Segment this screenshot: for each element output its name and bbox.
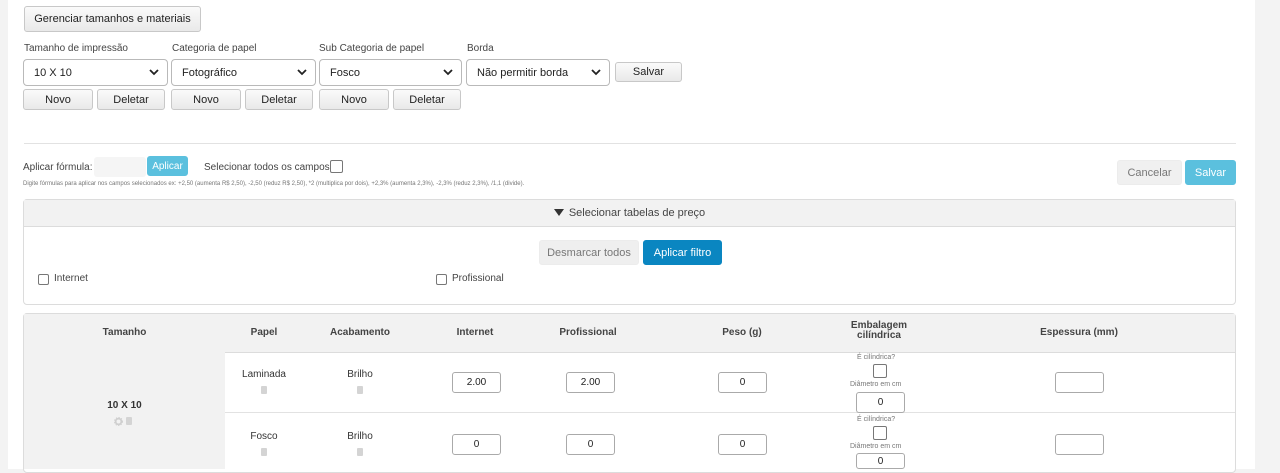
row2-weight-input[interactable]: 0 — [718, 434, 767, 455]
row2-cylindrical-question: É cilíndrica? — [857, 416, 896, 423]
row2-internet-input[interactable]: 0 — [452, 434, 501, 455]
row1-diameter-label: Diâmetro em cm — [850, 381, 902, 388]
save-button[interactable]: Salvar — [1185, 160, 1236, 185]
chevron-down-icon — [149, 69, 159, 76]
chevron-down-icon — [443, 69, 453, 76]
header-thickness: Espessura (mm) — [1040, 327, 1118, 338]
internet-checkbox[interactable] — [38, 274, 49, 285]
paper-category-select-value: Fotográfico — [182, 66, 238, 79]
size-select[interactable]: 10 X 10 — [23, 59, 168, 86]
apply-formula-button[interactable]: Aplicar — [147, 156, 188, 176]
row2-paper: Fosco — [250, 431, 278, 442]
paper-subcategory-select-value: Fosco — [330, 66, 360, 79]
select-all-fields-label: Selecionar todos os campos: — [204, 162, 333, 173]
trash-icon[interactable] — [357, 448, 363, 456]
border-label: Borda — [467, 43, 494, 54]
row2-diameter-input[interactable]: 0 — [856, 453, 905, 469]
formula-input[interactable] — [94, 157, 146, 177]
apply-formula-label: Aplicar fórmula: — [23, 162, 93, 173]
header-internet: Internet — [456, 327, 494, 338]
manage-sizes-materials-button[interactable]: Gerenciar tamanhos e materiais — [24, 6, 201, 32]
row1-profissional-input[interactable]: 2.00 — [566, 372, 615, 393]
row2-thickness-input[interactable] — [1055, 434, 1104, 455]
row1-cylindrical-question: É cilíndrica? — [857, 354, 896, 361]
section-divider — [24, 143, 1236, 144]
caret-down-icon — [553, 209, 564, 216]
row2-profissional-input[interactable]: 0 — [566, 434, 615, 455]
select-all-fields-checkbox[interactable] — [330, 160, 343, 173]
new-paper-category-button[interactable]: Novo — [171, 89, 241, 110]
row1-diameter-input[interactable]: 0 — [856, 392, 905, 413]
profissional-label: Profissional — [452, 273, 504, 284]
row2-cylindrical-checkbox[interactable] — [873, 426, 887, 440]
internet-label: Internet — [54, 273, 88, 284]
chevron-down-icon — [297, 69, 307, 76]
gear-icon[interactable] — [114, 417, 123, 426]
delete-paper-subcategory-button[interactable]: Deletar — [393, 89, 461, 110]
paper-subcategory-select[interactable]: Fosco — [319, 59, 462, 86]
trash-icon[interactable] — [261, 386, 267, 394]
row1-paper: Laminada — [242, 369, 286, 380]
size-select-value: 10 X 10 — [34, 66, 72, 79]
header-packaging-line2: cilíndrica — [857, 330, 901, 341]
price-tables-header[interactable]: Selecionar tabelas de preço — [24, 200, 1235, 227]
header-weight: Peso (g) — [722, 327, 762, 338]
new-paper-subcategory-button[interactable]: Novo — [319, 89, 389, 110]
row2-diameter-label: Diâmetro em cm — [850, 443, 902, 450]
chevron-down-icon — [591, 69, 601, 76]
row1-thickness-input[interactable] — [1055, 372, 1104, 393]
save-border-button[interactable]: Salvar — [615, 62, 682, 82]
row1-internet-input[interactable]: 2.00 — [452, 372, 501, 393]
header-finish: Acabamento — [329, 327, 390, 338]
border-select-value: Não permitir borda — [477, 66, 569, 79]
paper-subcategory-label: Sub Categoria de papel — [319, 43, 425, 54]
row2-finish: Brilho — [347, 431, 373, 442]
paper-category-select[interactable]: Fotográfico — [171, 59, 316, 86]
paper-category-label: Categoria de papel — [172, 43, 257, 54]
row-divider — [225, 412, 1235, 413]
row1-cylindrical-checkbox[interactable] — [873, 364, 887, 378]
uncheck-all-button[interactable]: Desmarcar todos — [539, 240, 639, 265]
delete-paper-category-button[interactable]: Deletar — [245, 89, 313, 110]
trash-icon[interactable] — [357, 386, 363, 394]
trash-icon[interactable] — [126, 417, 132, 425]
header-profissional: Profissional — [559, 327, 617, 338]
row1-weight-input[interactable]: 0 — [718, 372, 767, 393]
cancel-button[interactable]: Cancelar — [1117, 160, 1182, 185]
size-label: Tamanho de impressão — [24, 43, 128, 54]
header-packaging: Embalagem cilíndrica — [829, 321, 929, 341]
header-size: Tamanho — [102, 327, 147, 338]
trash-icon[interactable] — [261, 448, 267, 456]
apply-filter-button[interactable]: Aplicar filtro — [643, 240, 722, 265]
formula-hint: Digite fórmulas para aplicar nos campos … — [23, 181, 525, 187]
profissional-checkbox[interactable] — [436, 274, 447, 285]
delete-size-button[interactable]: Deletar — [97, 89, 165, 110]
row1-finish: Brilho — [347, 369, 373, 380]
price-tables-header-label: Selecionar tabelas de preço — [568, 207, 706, 219]
border-select[interactable]: Não permitir borda — [466, 59, 610, 86]
size-value: 10 X 10 — [107, 400, 142, 411]
new-size-button[interactable]: Novo — [23, 89, 93, 110]
header-paper: Papel — [250, 327, 278, 338]
